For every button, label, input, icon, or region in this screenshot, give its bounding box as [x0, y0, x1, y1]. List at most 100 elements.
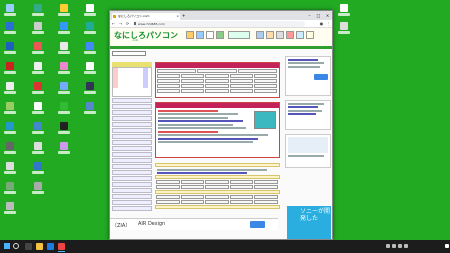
page-scrollbar[interactable]	[332, 28, 333, 240]
sidebar-menu-item[interactable]	[112, 116, 152, 121]
ad-card-button[interactable]	[314, 73, 328, 80]
link-cell[interactable]	[180, 180, 205, 184]
desktop-icon[interactable]	[338, 22, 350, 36]
desktop-icon[interactable]	[4, 182, 16, 196]
desktop-icon[interactable]	[4, 22, 16, 36]
link-cell[interactable]	[156, 200, 180, 204]
header-icon[interactable]	[186, 31, 194, 39]
search-icon[interactable]	[13, 243, 19, 249]
profile-icon[interactable]: ●	[319, 21, 324, 27]
link-cell[interactable]	[253, 84, 278, 88]
chrome-icon[interactable]	[58, 243, 65, 250]
sidebar-menu-item[interactable]	[112, 110, 152, 115]
sidebar-menu-item[interactable]	[112, 182, 152, 187]
header-banner[interactable]	[228, 31, 250, 39]
desktop-icon[interactable]	[58, 82, 70, 96]
desktop-icon[interactable]	[58, 4, 70, 18]
site-search-input[interactable]	[112, 51, 146, 56]
header-icon[interactable]	[286, 31, 294, 39]
desktop-icon[interactable]	[4, 62, 16, 76]
sidebar-menu-item[interactable]	[112, 104, 152, 109]
sidebar-menu-item[interactable]	[112, 122, 152, 127]
link-cell[interactable]	[205, 84, 229, 88]
header-icon[interactable]	[196, 31, 204, 39]
link-cell[interactable]	[205, 89, 229, 93]
desktop-icon[interactable]	[58, 122, 70, 136]
network-icon[interactable]	[392, 244, 396, 248]
header-icon[interactable]	[256, 31, 264, 39]
notification-icon[interactable]	[445, 244, 449, 248]
desktop-icon[interactable]	[4, 82, 16, 96]
desktop-icon[interactable]	[32, 22, 44, 36]
desktop-icon[interactable]	[4, 122, 16, 136]
promo-image[interactable]	[254, 111, 276, 129]
link-cell[interactable]	[253, 74, 278, 78]
header-icon[interactable]	[276, 31, 284, 39]
link-cell[interactable]	[254, 195, 278, 199]
link-cell[interactable]	[253, 89, 278, 93]
news-link[interactable]	[158, 130, 218, 133]
link-cell[interactable]	[181, 89, 205, 93]
new-tab-button[interactable]: +	[182, 13, 185, 19]
sony-ad[interactable]: ソニーが開発した	[287, 206, 331, 239]
volume-icon[interactable]	[398, 244, 402, 248]
desktop-icon[interactable]	[58, 142, 70, 156]
desktop-icon[interactable]	[58, 102, 70, 116]
link-cell[interactable]	[205, 185, 229, 189]
link-cell[interactable]	[229, 185, 254, 189]
desktop-icon[interactable]	[58, 22, 70, 36]
sidebar-menu-item[interactable]	[112, 164, 152, 169]
desktop-icon[interactable]	[32, 62, 44, 76]
address-bar[interactable]: www.724685.com	[133, 21, 305, 27]
reload-button[interactable]: ⟳	[125, 21, 130, 27]
forward-button[interactable]: →	[118, 21, 123, 27]
link-cell[interactable]	[181, 84, 205, 88]
edge-icon[interactable]	[47, 243, 54, 250]
link-cell[interactable]	[229, 180, 254, 184]
menu-button[interactable]: ⋮	[326, 21, 331, 27]
desktop-icon[interactable]	[32, 82, 44, 96]
sidebar-menu-item[interactable]	[112, 206, 152, 211]
link-cell[interactable]	[254, 180, 278, 184]
sidebar-menu-item[interactable]	[112, 176, 152, 181]
link-cell[interactable]	[180, 185, 205, 189]
desktop-icon[interactable]	[32, 182, 44, 196]
link-cell[interactable]	[157, 74, 181, 78]
link-cell[interactable]	[157, 84, 181, 88]
desktop-icon[interactable]	[32, 42, 44, 56]
link-cell[interactable]	[229, 200, 254, 204]
link-cell[interactable]	[229, 195, 254, 199]
header-icon[interactable]	[306, 31, 314, 39]
header-icon[interactable]	[296, 31, 304, 39]
link-cell[interactable]	[229, 74, 253, 78]
search-field[interactable]	[157, 69, 197, 73]
desktop-icon[interactable]	[84, 102, 96, 116]
close-window-button[interactable]: ×	[323, 11, 332, 20]
link-cell[interactable]	[156, 180, 180, 184]
link-cell[interactable]	[181, 74, 205, 78]
search-field[interactable]	[197, 69, 237, 73]
desktop-icon[interactable]	[32, 4, 44, 18]
link-cell[interactable]	[157, 89, 181, 93]
link-cell[interactable]	[205, 74, 229, 78]
desktop-icon[interactable]	[4, 42, 16, 56]
sidebar-menu-item[interactable]	[112, 128, 152, 133]
desktop-icon[interactable]	[84, 42, 96, 56]
close-tab-icon[interactable]: ×	[176, 13, 179, 20]
link-cell[interactable]	[180, 200, 205, 204]
desktop-icon[interactable]	[4, 162, 16, 176]
link-line[interactable]	[157, 172, 247, 174]
link-cell[interactable]	[229, 84, 253, 88]
sidebar-menu-item[interactable]	[112, 158, 152, 163]
link-cell[interactable]	[254, 200, 278, 204]
sidebar-menu-item[interactable]	[112, 98, 152, 103]
desktop-icon[interactable]	[32, 142, 44, 156]
desktop-icon[interactable]	[4, 202, 16, 216]
link-cell[interactable]	[180, 195, 205, 199]
sidebar-menu-item[interactable]	[112, 152, 152, 157]
maximize-button[interactable]: □	[314, 11, 323, 20]
start-button[interactable]	[4, 243, 10, 249]
link-cell[interactable]	[156, 195, 180, 199]
link-cell[interactable]	[205, 200, 229, 204]
back-button[interactable]: ←	[111, 21, 116, 27]
